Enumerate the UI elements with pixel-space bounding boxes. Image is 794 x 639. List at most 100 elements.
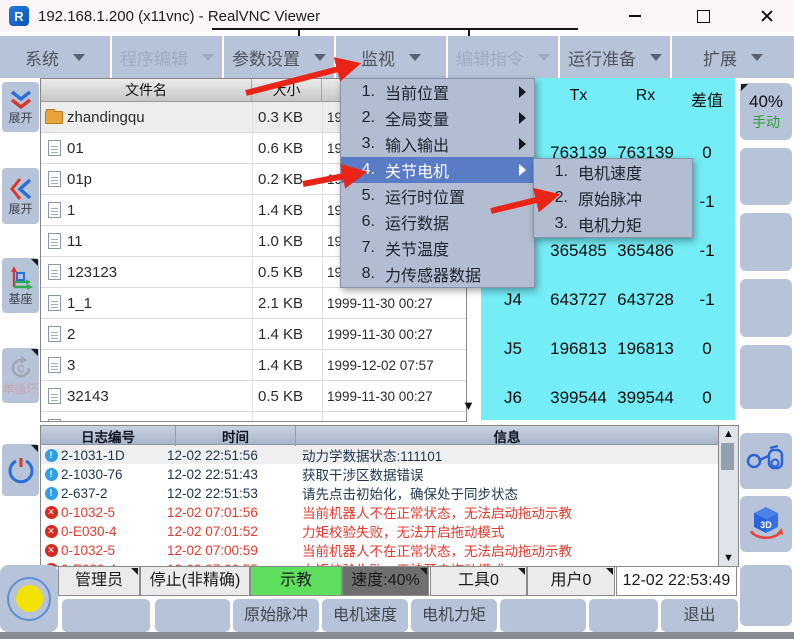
menu-item-joint-motor[interactable]: 4.关节电机 [341, 157, 534, 183]
file-size: 0.3 KB [252, 102, 322, 132]
chevron-down-icon [409, 54, 421, 61]
maximize-button[interactable] [680, 0, 726, 32]
column-size[interactable]: 大小 [252, 79, 322, 101]
bottom-button-blank[interactable] [155, 599, 230, 632]
joint-motor-submenu: 1.电机速度 2.原始脉冲 3.电机力矩 [533, 158, 693, 238]
column-tx: Tx [545, 87, 612, 111]
menu-item-run-data[interactable]: 6.运行数据 [341, 209, 534, 235]
status-motion-state: 停止(非精确) [140, 566, 250, 596]
file-icon [48, 295, 61, 311]
info-icon: ! [45, 487, 58, 500]
submenu-item-motor-speed[interactable]: 1.电机速度 [534, 159, 692, 185]
menu-system[interactable]: 系统 [0, 36, 110, 78]
error-icon: ✕ [45, 506, 58, 519]
svg-text:3D: 3D [760, 520, 772, 530]
column-log-info: 信息 [296, 426, 719, 446]
log-message: 动力学数据状态:111101 [302, 445, 719, 465]
deadman-indicator-button[interactable] [0, 565, 58, 632]
file-date: 1999-11-30 00:27 [322, 288, 466, 318]
column-log-code: 日志编号 [41, 426, 176, 446]
joint-label: J6 [481, 388, 545, 408]
menu-run-prepare[interactable]: 运行准备 [560, 36, 670, 78]
column-diff: 差值 [679, 87, 735, 111]
minimize-button[interactable] [612, 0, 658, 32]
bottom-button-blank[interactable] [589, 599, 658, 632]
menu-label: 程序编辑 [120, 45, 188, 70]
close-button[interactable] [744, 0, 790, 32]
speed-value: 40% [749, 92, 783, 112]
log-row[interactable]: ✕0-1032-512-02 07:00:59当前机器人不在正常状态，无法启动拖… [41, 540, 719, 559]
expand-down-button[interactable]: 展开 [2, 82, 39, 132]
menu-monitor[interactable]: 监视 [336, 36, 446, 78]
right-button-blank[interactable] [740, 213, 792, 271]
raw-pulse-button[interactable]: 原始脉冲 [233, 599, 319, 632]
file-row[interactable]: 66_packing_angle_cn0.5 KB1999-11-30 23:5… [41, 412, 466, 422]
menu-item-joint-temperature[interactable]: 7.关节温度 [341, 235, 534, 261]
right-button-blank[interactable] [740, 345, 792, 409]
log-message: 请先点击初始化，确保处于同步状态 [302, 483, 719, 503]
scrollbar-thumb[interactable] [721, 443, 734, 470]
log-row[interactable]: !2-637-212-02 22:51:53请先点击初始化，确保处于同步状态 [41, 483, 719, 502]
menu-program-edit[interactable]: 程序编辑 [112, 36, 222, 78]
speed-mode-button[interactable]: 40% 手动 [740, 83, 792, 140]
submenu-arrow-icon [519, 86, 526, 98]
motor-torque-button[interactable]: 电机力矩 [411, 599, 497, 632]
log-message: 当前机器人不在正常状态，无法启动拖动示教 [302, 540, 719, 560]
menu-edit-instruction[interactable]: 编辑指令 [448, 36, 558, 78]
bottom-button-blank[interactable] [62, 599, 150, 632]
scroll-down-icon[interactable]: ▼ [462, 399, 475, 412]
file-name: 1 [67, 202, 252, 219]
log-row[interactable]: ✕0-1032-512-02 07:01:56当前机器人不在正常状态，无法启动拖… [41, 502, 719, 521]
status-user-frame[interactable]: 用户0 [527, 566, 615, 596]
base-axes-icon [8, 265, 34, 291]
file-row[interactable]: 321430.5 KB1999-11-30 00:27 [41, 381, 466, 412]
file-row[interactable]: 31.4 KB1999-12-02 07:57 [41, 350, 466, 381]
status-speed[interactable]: 速度:40% [342, 566, 429, 596]
menu-item-label: 原始脉冲 [578, 186, 642, 210]
menu-extension[interactable]: 扩展 [672, 36, 794, 78]
menu-label: 扩展 [703, 45, 737, 70]
scroll-down-icon[interactable]: ▼ [719, 552, 738, 564]
bottom-button-blank[interactable] [500, 599, 586, 632]
menu-item-current-position[interactable]: 1.当前位置 [341, 79, 534, 105]
joint-tx: 196813 [545, 339, 612, 359]
submenu-item-motor-torque[interactable]: 3.电机力矩 [534, 211, 692, 237]
file-name: 11 [67, 233, 252, 250]
realvnc-window: R 192.168.1.200 (x11vnc) - RealVNC Viewe… [0, 0, 794, 639]
scroll-up-icon[interactable]: ▲ [719, 428, 738, 440]
log-row[interactable]: ✕0-E030-412-02 07:01:52力矩校验失败，无法开启拖动模式 [41, 521, 719, 540]
menu-item-global-variables[interactable]: 2.全局变量 [341, 105, 534, 131]
log-row[interactable]: !2-1031-1D12-02 22:51:56动力学数据状态:111101 [41, 445, 719, 464]
single-cycle-button[interactable]: C 单循环 [2, 348, 39, 403]
motor-speed-button[interactable]: 电机速度 [322, 599, 408, 632]
exit-button[interactable]: 退出 [661, 599, 738, 632]
joint-rx: 365486 [612, 241, 679, 261]
power-button[interactable] [2, 444, 39, 496]
menu-item-label: 关节电机 [385, 158, 449, 182]
menu-item-force-sensor-data[interactable]: 8.力传感器数据 [341, 261, 534, 287]
file-row[interactable]: 1_12.1 KB1999-11-30 00:27 [41, 288, 466, 319]
log-row[interactable]: !2-1030-7612-02 22:51:43获取干涉区数据错误 [41, 464, 719, 483]
status-role[interactable]: 管理员 [58, 566, 140, 596]
right-button-blank[interactable] [740, 279, 792, 337]
file-name: 1_1 [67, 295, 252, 312]
submenu-item-raw-pulse[interactable]: 2.原始脉冲 [534, 185, 692, 211]
svg-text:C: C [17, 364, 24, 375]
menu-item-input-output[interactable]: 3.输入输出 [341, 131, 534, 157]
column-filename[interactable]: 文件名 [41, 79, 252, 101]
file-row[interactable]: 21.4 KB1999-11-30 00:27 [41, 319, 466, 350]
chevron-down-icon [650, 54, 662, 61]
view-3d-button[interactable]: 3D [740, 496, 792, 552]
right-button-blank[interactable] [740, 565, 792, 626]
chevron-down-icon [73, 54, 85, 61]
expand-left-button[interactable]: 展开 [2, 168, 39, 224]
base-frame-button[interactable]: 基座 [2, 258, 39, 313]
log-scrollbar[interactable]: ▲ ▼ [718, 425, 739, 567]
menu-parameter-settings[interactable]: 参数设置 [224, 36, 334, 78]
file-icon [48, 264, 61, 280]
drag-teach-button[interactable] [740, 433, 792, 489]
menu-item-runtime-position[interactable]: 5.运行时位置 [341, 183, 534, 209]
yellow-circle-icon [7, 577, 51, 621]
right-button-blank[interactable] [740, 148, 792, 205]
status-tool[interactable]: 工具0 [430, 566, 527, 596]
